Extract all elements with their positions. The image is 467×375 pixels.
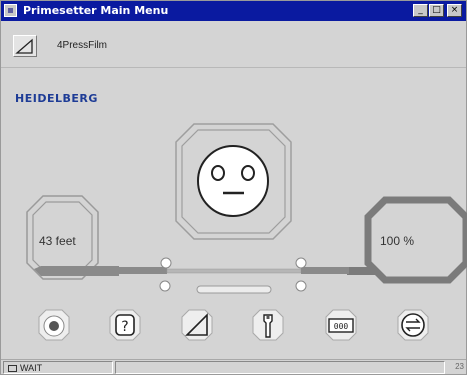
counter-icon: 000 bbox=[328, 318, 354, 333]
status-message-panel bbox=[115, 361, 445, 374]
main-window: Primesetter Main Menu _ □ × 4PressFilm H… bbox=[0, 0, 467, 375]
counter-button[interactable]: 000 bbox=[323, 307, 359, 343]
status-face-panel bbox=[175, 123, 292, 240]
help-button[interactable]: ? bbox=[107, 307, 143, 343]
wedge-button[interactable] bbox=[179, 307, 215, 343]
service-button[interactable] bbox=[250, 307, 286, 343]
exchange-button[interactable] bbox=[395, 307, 431, 343]
status-monitor-icon bbox=[8, 365, 17, 372]
status-bar: WAIT 23 bbox=[1, 359, 466, 374]
film-path bbox=[119, 257, 349, 294]
exchange-icon bbox=[401, 313, 425, 337]
help-icon: ? bbox=[115, 314, 135, 336]
neutral-face-icon bbox=[197, 145, 269, 217]
status-text: WAIT bbox=[20, 363, 43, 373]
status-right-text: 23 bbox=[455, 362, 464, 371]
disc-icon bbox=[43, 315, 65, 337]
percent-value: 100 % bbox=[380, 234, 415, 248]
disc-button[interactable] bbox=[36, 307, 72, 343]
counter-value: 000 bbox=[334, 322, 349, 331]
status-panel: WAIT bbox=[3, 361, 113, 374]
svg-text:?: ? bbox=[121, 319, 128, 335]
film-length-value: 43 feet bbox=[39, 234, 76, 248]
